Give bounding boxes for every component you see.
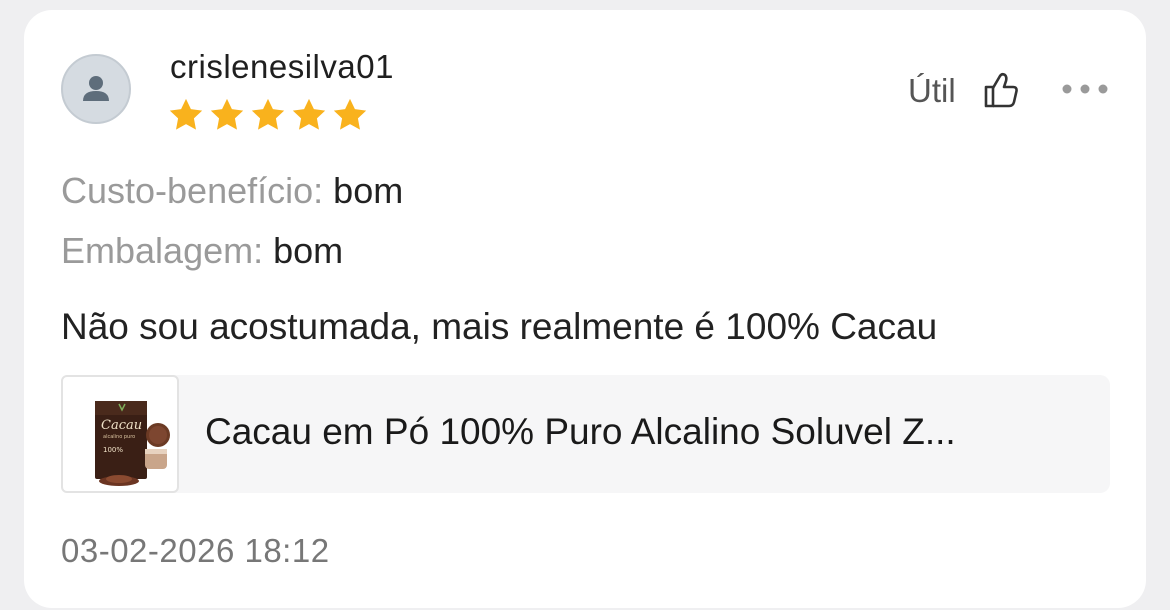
product-title[interactable]: Cacau em Pó 100% Puro Alcalino Soluvel Z… <box>205 411 956 453</box>
review-date: 03-02-2026 18:12 <box>61 532 330 569</box>
star-icon <box>169 98 203 130</box>
star-icon <box>251 98 285 130</box>
svg-text:alcalino puro: alcalino puro <box>103 434 135 440</box>
product-thumbnail[interactable]: Cacau alcalino puro 100% <box>61 375 179 493</box>
useful-button-label[interactable]: Útil <box>908 72 956 110</box>
star-icon <box>292 98 326 130</box>
review-username[interactable]: crislenesilva01 <box>170 48 394 86</box>
svg-text:100%: 100% <box>103 446 123 454</box>
star-icon <box>333 98 367 130</box>
review-card: crislenesilva01 Útil Custo-benefício: bo… <box>24 10 1146 608</box>
rating-stars <box>167 96 369 134</box>
attribute-label: Custo-benefício: <box>61 170 324 211</box>
star-icon <box>210 98 244 130</box>
product-link-card[interactable]: Cacau alcalino puro 100% Cacau em Pó 100… <box>61 375 1110 493</box>
product-image: Cacau alcalino puro 100% <box>95 401 170 486</box>
attribute-packaging: Embalagem: bom <box>61 230 343 272</box>
more-options-icon[interactable] <box>1060 82 1110 96</box>
review-text: Não sou acostumada, mais realmente é 100… <box>61 306 938 347</box>
thumbs-up-icon[interactable] <box>982 70 1020 110</box>
svg-text:Cacau: Cacau <box>101 418 142 433</box>
avatar[interactable] <box>61 54 131 124</box>
attribute-value-for-money: Custo-benefício: bom <box>61 170 403 212</box>
attribute-value: bom <box>273 230 344 271</box>
attribute-label: Embalagem: <box>61 230 264 271</box>
user-avatar-icon <box>83 76 109 101</box>
attribute-value: bom <box>333 170 404 211</box>
